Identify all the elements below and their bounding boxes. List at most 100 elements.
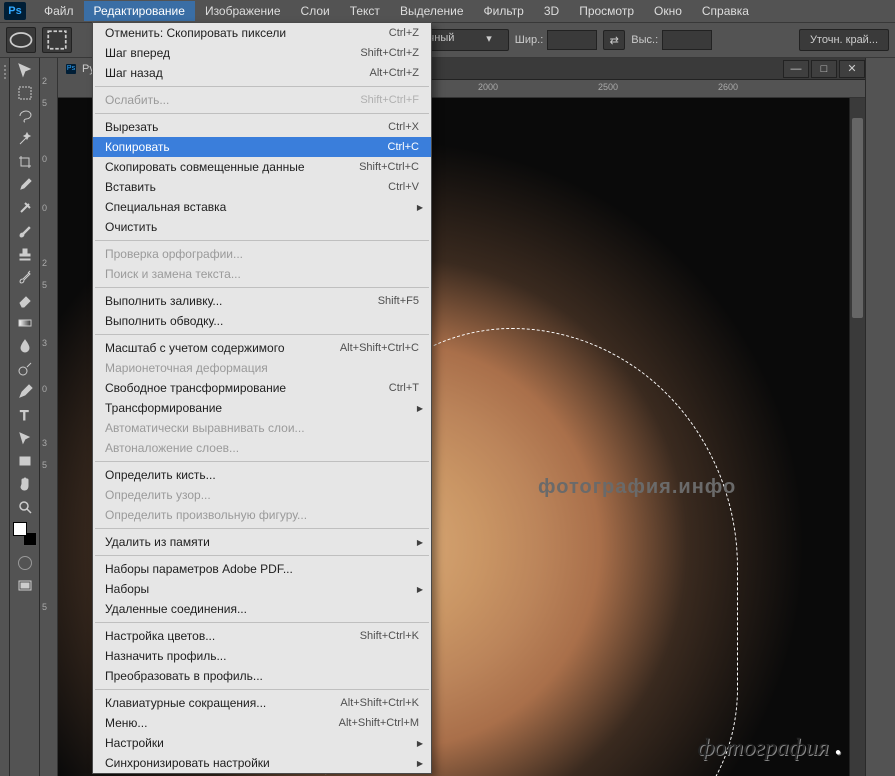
menu-редактирование[interactable]: Редактирование xyxy=(84,1,195,21)
menu-просмотр[interactable]: Просмотр xyxy=(569,1,644,21)
menu-item-label: Выполнить обводку... xyxy=(105,314,223,328)
menu-item-shortcut: Alt+Shift+Ctrl+C xyxy=(340,342,419,354)
color-swatches[interactable] xyxy=(13,522,37,546)
hand-tool[interactable] xyxy=(13,472,37,495)
menu-item-label: Настройка цветов... xyxy=(105,629,215,643)
ruler-tick: 2600 xyxy=(718,82,738,92)
path-select-tool[interactable] xyxy=(13,426,37,449)
menu-item-label: Поиск и замена текста... xyxy=(105,267,241,281)
menu-item-отменить-скопировать-пиксели[interactable]: Отменить: Скопировать пикселиCtrl+Z xyxy=(93,23,431,43)
menu-файл[interactable]: Файл xyxy=(34,1,84,21)
menu-item-вставить[interactable]: ВставитьCtrl+V xyxy=(93,177,431,197)
crop-tool[interactable] xyxy=(13,150,37,173)
menu-item-label: Вырезать xyxy=(105,120,158,134)
ruler-tick: 5 xyxy=(42,98,47,108)
menu-item-скопировать-совмещенные-данные[interactable]: Скопировать совмещенные данные Shift+Ctrl… xyxy=(93,157,431,177)
menu-item-label: Скопировать совмещенные данные xyxy=(105,160,305,174)
vertical-scrollbar[interactable] xyxy=(849,98,865,776)
menu-item-наборы[interactable]: Наборы xyxy=(93,579,431,599)
menu-item-shortcut: Shift+Ctrl+F xyxy=(360,94,419,106)
menu-item-shortcut: Shift+Ctrl+Z xyxy=(360,47,419,59)
pen-tool[interactable] xyxy=(13,380,37,403)
brush-tool[interactable] xyxy=(13,219,37,242)
menu-item-наборы-параметров-adobe-pdf-[interactable]: Наборы параметров Adobe PDF... xyxy=(93,559,431,579)
menu-item-трансформирование[interactable]: Трансформирование xyxy=(93,398,431,418)
menu-item-shortcut: Alt+Shift+Ctrl+M xyxy=(339,717,419,729)
menu-item-label: Копировать xyxy=(105,140,170,154)
tool-preset-icon[interactable] xyxy=(6,27,36,53)
menu-item-настройка-цветов-[interactable]: Настройка цветов... Shift+Ctrl+K xyxy=(93,626,431,646)
menu-item-shortcut: Shift+F5 xyxy=(378,295,419,307)
window-close-button[interactable]: ✕ xyxy=(839,60,865,78)
menu-item-label: Марионеточная деформация xyxy=(105,361,268,375)
healing-tool[interactable] xyxy=(13,196,37,219)
refine-edge-button[interactable]: Уточн. край... xyxy=(799,29,889,51)
screen-mode-button[interactable] xyxy=(13,574,37,597)
menu-item-шаг-вперед[interactable]: Шаг впередShift+Ctrl+Z xyxy=(93,43,431,63)
menu-item-label: Клавиатурные сокращения... xyxy=(105,696,266,710)
menu-item-шаг-назад[interactable]: Шаг назадAlt+Ctrl+Z xyxy=(93,63,431,83)
menu-item-label: Удалить из памяти xyxy=(105,535,210,549)
menu-item-преобразовать-в-профиль-[interactable]: Преобразовать в профиль... xyxy=(93,666,431,686)
menu-item-свободное-трансформирование[interactable]: Свободное трансформированиеCtrl+T xyxy=(93,378,431,398)
toolbox-handle[interactable] xyxy=(0,58,10,776)
history-brush-tool[interactable] xyxy=(13,265,37,288)
magic-wand-tool[interactable] xyxy=(13,127,37,150)
menu-item-label: Наборы xyxy=(105,582,149,596)
menu-item-выполнить-обводку-[interactable]: Выполнить обводку... xyxy=(93,311,431,331)
menu-item-shortcut: Shift+Ctrl+K xyxy=(360,630,419,642)
type-tool[interactable]: T xyxy=(13,403,37,426)
menu-item-удаленные-соединения-[interactable]: Удаленные соединения... xyxy=(93,599,431,619)
window-maximize-button[interactable]: □ xyxy=(811,60,837,78)
ruler-tick: 0 xyxy=(42,384,47,394)
menu-справка[interactable]: Справка xyxy=(692,1,759,21)
menu-item-удалить-из-памяти[interactable]: Удалить из памяти xyxy=(93,532,431,552)
move-tool[interactable] xyxy=(13,58,37,81)
height-input[interactable] xyxy=(662,30,712,50)
menu-item-меню-[interactable]: Меню...Alt+Shift+Ctrl+M xyxy=(93,713,431,733)
menu-item-специальная-вставка[interactable]: Специальная вставка xyxy=(93,197,431,217)
menu-изображение[interactable]: Изображение xyxy=(195,1,291,21)
scrollbar-thumb[interactable] xyxy=(852,118,863,318)
menu-item-настройки[interactable]: Настройки xyxy=(93,733,431,753)
menu-текст[interactable]: Текст xyxy=(340,1,390,21)
menu-item-определить-узор-: Определить узор... xyxy=(93,485,431,505)
menu-separator xyxy=(95,86,429,87)
menu-item-label: Синхронизировать настройки xyxy=(105,756,270,770)
menu-слои[interactable]: Слои xyxy=(291,1,340,21)
panel-dock[interactable] xyxy=(865,58,895,776)
menu-выделение[interactable]: Выделение xyxy=(390,1,474,21)
zoom-tool[interactable] xyxy=(13,495,37,518)
blur-tool[interactable] xyxy=(13,334,37,357)
menu-item-вырезать[interactable]: ВырезатьCtrl+X xyxy=(93,117,431,137)
marquee-tool[interactable] xyxy=(13,81,37,104)
menu-item-определить-кисть-[interactable]: Определить кисть... xyxy=(93,465,431,485)
menu-item-масштаб-с-учетом-содержимого[interactable]: Масштаб с учетом содержимогоAlt+Shift+Ct… xyxy=(93,338,431,358)
menu-3d[interactable]: 3D xyxy=(534,1,569,21)
window-minimize-button[interactable]: — xyxy=(783,60,809,78)
quick-mask-button[interactable] xyxy=(14,552,36,574)
menu-фильтр[interactable]: Фильтр xyxy=(474,1,534,21)
menu-item-shortcut: Shift+Ctrl+C xyxy=(359,161,419,173)
swap-dimensions-icon[interactable]: ⇄ xyxy=(603,30,625,50)
ruler-tick: 3 xyxy=(42,438,47,448)
width-input[interactable] xyxy=(547,30,597,50)
menu-item-очистить[interactable]: Очистить xyxy=(93,217,431,237)
ruler-tick: 5 xyxy=(42,280,47,290)
lasso-tool[interactable] xyxy=(13,104,37,127)
menu-item-синхронизировать-настройки[interactable]: Синхронизировать настройки xyxy=(93,753,431,773)
menu-item-label: Ослабить... xyxy=(105,93,169,107)
selection-mode-new-icon[interactable] xyxy=(42,27,72,53)
menu-item-клавиатурные-сокращения-[interactable]: Клавиатурные сокращения...Alt+Shift+Ctrl… xyxy=(93,693,431,713)
rectangle-tool[interactable] xyxy=(13,449,37,472)
menu-окно[interactable]: Окно xyxy=(644,1,692,21)
gradient-tool[interactable] xyxy=(13,311,37,334)
eyedropper-tool[interactable] xyxy=(13,173,37,196)
eraser-tool[interactable] xyxy=(13,288,37,311)
menu-item-label: Определить узор... xyxy=(105,488,211,502)
stamp-tool[interactable] xyxy=(13,242,37,265)
menu-item-копировать[interactable]: КопироватьCtrl+C xyxy=(93,137,431,157)
dodge-tool[interactable] xyxy=(13,357,37,380)
menu-item-назначить-профиль-[interactable]: Назначить профиль... xyxy=(93,646,431,666)
menu-item-выполнить-заливку-[interactable]: Выполнить заливку...Shift+F5 xyxy=(93,291,431,311)
